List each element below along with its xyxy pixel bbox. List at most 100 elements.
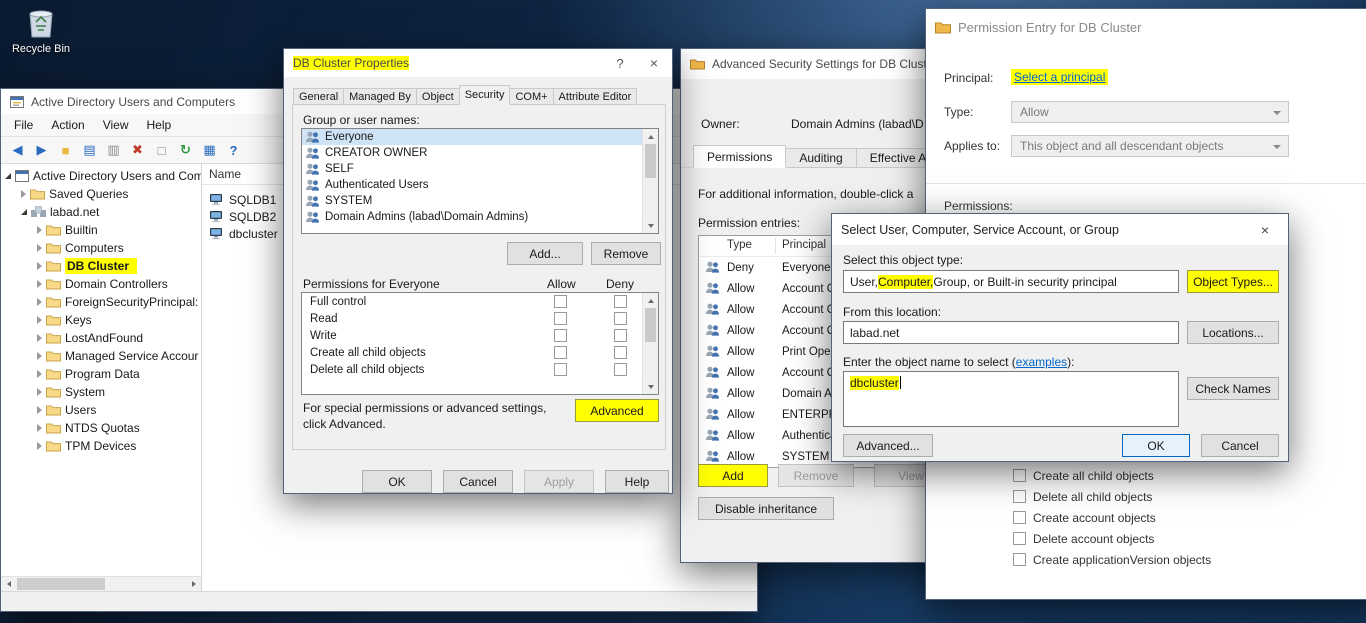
recycle-bin[interactable]: Recycle Bin [8, 6, 74, 55]
tree-item[interactable]: Managed Service Accour [1, 347, 201, 365]
close-icon[interactable]: × [1243, 215, 1287, 244]
list-item[interactable]: Everyone [302, 129, 643, 145]
cancel-button[interactable]: Cancel [443, 470, 513, 493]
expand-icon[interactable] [37, 316, 42, 324]
deny-checkbox[interactable] [614, 363, 627, 376]
remove-button[interactable]: Remove [591, 242, 661, 265]
tree-item[interactable]: LostAndFound [1, 329, 201, 347]
permission-checkbox[interactable] [1013, 511, 1026, 524]
deny-checkbox[interactable] [614, 346, 627, 359]
check-names-button[interactable]: Check Names [1187, 377, 1279, 400]
allow-checkbox[interactable] [554, 312, 567, 325]
expand-icon[interactable] [37, 388, 42, 396]
object-types-button[interactable]: Object Types... [1187, 270, 1279, 293]
permission-checkbox[interactable] [1013, 490, 1026, 503]
menu-item[interactable]: Action [42, 115, 93, 135]
allow-checkbox[interactable] [554, 346, 567, 359]
tree-item-root[interactable]: Active Directory Users and Com [1, 167, 201, 185]
permission-checkbox[interactable] [1013, 469, 1026, 482]
tree-item[interactable]: Domain Controllers [1, 275, 201, 293]
tree-item[interactable]: System [1, 383, 201, 401]
add-button[interactable]: Add... [507, 242, 583, 265]
select-principal-link[interactable]: Select a principal [1011, 69, 1108, 85]
object-type-field[interactable]: User, Computer, Group, or Built-in secur… [843, 270, 1179, 293]
tree-item[interactable]: ForeignSecurityPrincipal: [1, 293, 201, 311]
allow-checkbox[interactable] [554, 363, 567, 376]
expand-icon[interactable] [37, 280, 42, 288]
tab[interactable]: Object [416, 88, 460, 105]
help-icon[interactable]: ? [604, 49, 636, 77]
allow-checkbox[interactable] [554, 295, 567, 308]
remove-button[interactable]: Remove [778, 464, 854, 487]
scroll-right-icon[interactable] [186, 577, 201, 591]
expand-icon[interactable] [37, 298, 42, 306]
help-icon[interactable]: ? [224, 141, 243, 160]
permission-entry-titlebar[interactable]: Permission Entry for DB Cluster [926, 9, 1366, 45]
collapse-icon[interactable] [21, 209, 27, 215]
tree-item[interactable]: Computers [1, 239, 201, 257]
scroll-down-icon[interactable] [643, 218, 658, 233]
permission-checkbox[interactable] [1013, 532, 1026, 545]
expand-icon[interactable] [37, 424, 42, 432]
select-dialog-titlebar[interactable]: Select User, Computer, Service Account, … [832, 214, 1288, 245]
delete-icon[interactable]: ✖ [128, 141, 147, 160]
expand-icon[interactable] [37, 244, 42, 252]
ok-button[interactable]: OK [362, 470, 432, 493]
tab[interactable]: Permissions [693, 145, 786, 168]
expand-icon[interactable] [37, 262, 42, 270]
tree-item[interactable]: NTDS Quotas [1, 419, 201, 437]
document-icon[interactable]: □ [152, 141, 171, 160]
tree-item-saved-queries[interactable]: Saved Queries [1, 185, 201, 203]
list-item[interactable]: Authenticated Users [302, 177, 643, 193]
tree-item[interactable]: Builtin [1, 221, 201, 239]
refresh-icon[interactable]: ↻ [176, 141, 195, 160]
tree-item[interactable]: Users [1, 401, 201, 419]
expand-icon[interactable] [37, 442, 42, 450]
collapse-icon[interactable] [5, 173, 11, 179]
disable-inheritance-button[interactable]: Disable inheritance [698, 497, 834, 520]
examples-link[interactable]: examples [1016, 355, 1067, 369]
tab[interactable]: Security [459, 85, 511, 105]
tab[interactable]: Attribute Editor [553, 88, 638, 105]
scrollbar-thumb[interactable] [645, 308, 656, 342]
location-field[interactable]: labad.net [843, 321, 1179, 344]
tree-item[interactable]: Program Data [1, 365, 201, 383]
help-button[interactable]: Help [605, 470, 669, 493]
allow-checkbox[interactable] [554, 329, 567, 342]
column-header-type[interactable]: Type [727, 239, 752, 251]
type-dropdown[interactable]: Allow [1011, 101, 1289, 123]
expand-icon[interactable] [37, 406, 42, 414]
deny-checkbox[interactable] [614, 295, 627, 308]
list-item[interactable]: SELF [302, 161, 643, 177]
cancel-button[interactable]: Cancel [1201, 434, 1279, 457]
permission-checkbox[interactable] [1013, 553, 1026, 566]
export-list-icon[interactable]: ▤ [80, 141, 99, 160]
scroll-down-icon[interactable] [643, 379, 658, 394]
tab[interactable]: General [293, 88, 344, 105]
menu-item[interactable]: View [94, 115, 138, 135]
advanced-button[interactable]: Advanced... [843, 434, 933, 457]
scrollbar-thumb[interactable] [645, 144, 656, 178]
scroll-up-icon[interactable] [643, 129, 658, 144]
show-tree-icon[interactable]: ■ [56, 141, 75, 160]
menu-item[interactable]: Help [138, 115, 181, 135]
expand-icon[interactable] [37, 334, 42, 342]
tree-item-domain[interactable]: labad.net [1, 203, 201, 221]
applies-to-dropdown[interactable]: This object and all descendant objects [1011, 135, 1289, 157]
list-item[interactable]: CREATOR OWNER [302, 145, 643, 161]
expand-icon[interactable] [21, 190, 26, 198]
tree-item[interactable]: DB Cluster [1, 257, 201, 275]
tab[interactable]: Auditing [785, 148, 856, 168]
scrollbar-thumb[interactable] [17, 578, 105, 590]
menu-item[interactable]: File [5, 115, 42, 135]
locations-button[interactable]: Locations... [1187, 321, 1279, 344]
properties-titlebar[interactable]: DB Cluster Properties ? × [284, 49, 672, 77]
scroll-up-icon[interactable] [643, 293, 658, 308]
vertical-scrollbar[interactable] [642, 293, 658, 394]
tree-item[interactable]: Keys [1, 311, 201, 329]
properties-icon[interactable]: ▥ [104, 141, 123, 160]
expand-icon[interactable] [37, 226, 42, 234]
advanced-button[interactable]: Advanced [575, 399, 659, 422]
tab[interactable]: COM+ [509, 88, 553, 105]
list-item[interactable]: SYSTEM [302, 193, 643, 209]
